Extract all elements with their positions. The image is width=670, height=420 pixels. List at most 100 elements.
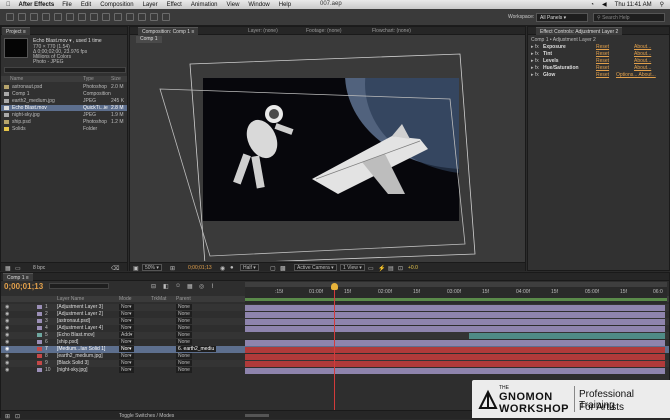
comp-mini-flowchart-icon[interactable]: ⊟ xyxy=(151,283,156,290)
mode-select[interactable]: Nor▾ xyxy=(119,304,134,310)
label-swatch[interactable] xyxy=(37,319,42,323)
parent-select[interactable]: None xyxy=(176,353,192,359)
parent-select[interactable]: None xyxy=(176,360,192,366)
effect-row[interactable]: ▸ fx Hue/Saturation Reset About... xyxy=(528,65,669,71)
reset-link[interactable]: Reset xyxy=(596,44,609,50)
toggle-pixel-aspect-icon[interactable]: ▭ xyxy=(368,265,374,272)
snapshot-icon[interactable]: ◉ xyxy=(220,265,225,272)
resolution-icon[interactable]: ⊞ xyxy=(170,265,175,272)
eye-icon[interactable]: ◉ xyxy=(5,339,9,345)
zoom-select[interactable]: 50% ▾ xyxy=(142,264,162,271)
effect-row[interactable]: ▸ fx Glow Reset Options... About... xyxy=(528,72,669,78)
project-item[interactable]: Solids Folder xyxy=(1,126,127,132)
views-select[interactable]: 1 View ▾ xyxy=(340,264,365,271)
tab-effect-controls[interactable]: Effect Controls: Adjustment Layer 2 xyxy=(536,27,623,35)
puppet-tool-icon[interactable] xyxy=(162,13,170,21)
tab-composition[interactable]: Composition: Comp 1 ≡ xyxy=(138,27,199,35)
bit-depth[interactable]: 8 bpc xyxy=(33,265,45,271)
about-link[interactable]: About... xyxy=(634,65,651,71)
menu-view[interactable]: View xyxy=(227,2,240,8)
layer-duration-bar[interactable] xyxy=(245,326,665,332)
playhead-line[interactable] xyxy=(334,290,335,419)
mode-select[interactable]: Nor▾ xyxy=(119,353,134,359)
menu-animation[interactable]: Animation xyxy=(191,2,218,8)
project-item[interactable]: ship.psd Photoshop 1.2 M xyxy=(1,119,127,125)
mode-select[interactable]: Nor▾ xyxy=(119,311,134,317)
effect-row[interactable]: ▸ fx Tint Reset About... xyxy=(528,51,669,57)
camera-tool-icon[interactable] xyxy=(54,13,62,21)
layer-name[interactable]: [Adjustment Layer 3] xyxy=(57,304,103,310)
project-item-selected[interactable]: Echo Blast.mov QuickTi...ie 2.8 M xyxy=(1,105,127,111)
eye-icon[interactable]: ◉ xyxy=(5,360,9,366)
work-area-bar[interactable] xyxy=(245,298,667,301)
layer-search-input[interactable] xyxy=(49,283,109,289)
eye-icon[interactable]: ◉ xyxy=(5,311,9,317)
col-trkmat[interactable]: TrkMat xyxy=(151,296,166,302)
layer-duration-bar[interactable] xyxy=(469,333,665,339)
zoom-tool-icon[interactable] xyxy=(30,13,38,21)
layer-name[interactable]: [Adjustment Layer 2] xyxy=(57,311,103,317)
layer-name[interactable]: [Black Solid 3] xyxy=(57,360,89,366)
eraser-tool-icon[interactable] xyxy=(138,13,146,21)
layer-duration-bar[interactable] xyxy=(245,305,665,311)
col-size[interactable]: Size xyxy=(111,76,121,82)
parent-select[interactable]: None xyxy=(176,339,192,345)
menu-effect[interactable]: Effect xyxy=(167,2,182,8)
graph-editor-icon[interactable]: ⌇ xyxy=(211,283,214,290)
label-swatch[interactable] xyxy=(37,340,42,344)
viewer-timecode[interactable]: 0;00;01;13 xyxy=(188,265,212,271)
region-of-interest-icon[interactable]: ▢ xyxy=(270,265,276,272)
tab-project[interactable]: Project ≡ xyxy=(2,27,30,35)
menu-edit[interactable]: Edit xyxy=(81,2,91,8)
effect-row[interactable]: ▸ fx Levels Reset About... xyxy=(528,58,669,64)
layer-name[interactable]: [earth2_medium.jpg] xyxy=(57,353,103,359)
reset-link[interactable]: Reset xyxy=(596,58,609,64)
time-ruler[interactable]: :15f 01:00f 15f 02:00f 15f 03:00f 15f 04… xyxy=(245,282,667,304)
layer-name[interactable]: [Adjustment Layer 4] xyxy=(57,325,103,331)
label-swatch[interactable] xyxy=(37,354,42,358)
mode-select[interactable]: Nor▾ xyxy=(119,339,134,345)
parent-select[interactable]: None xyxy=(176,325,192,331)
about-link[interactable]: Options... About... xyxy=(616,72,656,78)
timeline-icon[interactable]: ▤ xyxy=(388,265,394,272)
expand-icon[interactable]: ▸ fx xyxy=(531,65,539,71)
mode-select[interactable]: Nor▾ xyxy=(119,325,134,331)
mask-tool-icon[interactable] xyxy=(78,13,86,21)
eye-icon[interactable]: ◉ xyxy=(5,332,9,338)
wifi-icon[interactable]: ◔ xyxy=(590,2,594,8)
parent-select[interactable]: None xyxy=(176,304,192,310)
parent-select[interactable]: None xyxy=(176,311,192,317)
about-link[interactable]: About... xyxy=(634,44,651,50)
layer-duration-bar[interactable] xyxy=(245,340,665,346)
layer-duration-bar[interactable] xyxy=(245,319,665,325)
fast-preview-icon[interactable]: ⚡ xyxy=(378,265,385,272)
menu-composition[interactable]: Composition xyxy=(100,2,133,8)
expand-icon[interactable]: ▸ fx xyxy=(531,44,539,50)
quality-select[interactable]: Half ▾ xyxy=(240,264,259,271)
col-type[interactable]: Type xyxy=(83,76,94,82)
eye-icon[interactable]: ◉ xyxy=(5,325,9,331)
layer-duration-bar[interactable] xyxy=(245,354,665,360)
composition-stage[interactable] xyxy=(130,44,525,261)
roto-brush-tool-icon[interactable] xyxy=(150,13,158,21)
workspace-select[interactable]: All Panels ▾ xyxy=(536,13,588,22)
always-preview-icon[interactable]: ▣ xyxy=(133,265,139,272)
mode-select[interactable]: Nor▾ xyxy=(119,318,134,324)
draft-3d-icon[interactable]: ◧ xyxy=(163,283,169,290)
toggle-switches-modes[interactable]: Toggle Switches / Modes xyxy=(119,413,174,419)
motion-blur-icon[interactable]: ◎ xyxy=(199,283,204,290)
project-item[interactable]: earth2_medium.jpg JPEG 245 K xyxy=(1,98,127,104)
menu-window[interactable]: Window xyxy=(248,2,269,8)
spotlight-icon[interactable]: ⚲ xyxy=(660,1,664,8)
layer-name[interactable]: [ship.psd] xyxy=(57,339,78,345)
reset-link[interactable]: Reset xyxy=(596,65,609,71)
pen-tool-icon[interactable] xyxy=(90,13,98,21)
rotate-tool-icon[interactable] xyxy=(42,13,50,21)
layer-duration-bar[interactable] xyxy=(245,347,665,353)
parent-select[interactable]: None xyxy=(176,332,192,338)
mode-select[interactable]: Nor▾ xyxy=(119,360,134,366)
layer-name[interactable]: [Medium...Ian Solid 1] xyxy=(57,346,105,352)
camera-select[interactable]: Active Camera ▾ xyxy=(294,264,337,271)
effect-row[interactable]: ▸ fx Exposure Reset About... xyxy=(528,44,669,50)
col-layer-name[interactable]: Layer Name xyxy=(57,296,84,302)
